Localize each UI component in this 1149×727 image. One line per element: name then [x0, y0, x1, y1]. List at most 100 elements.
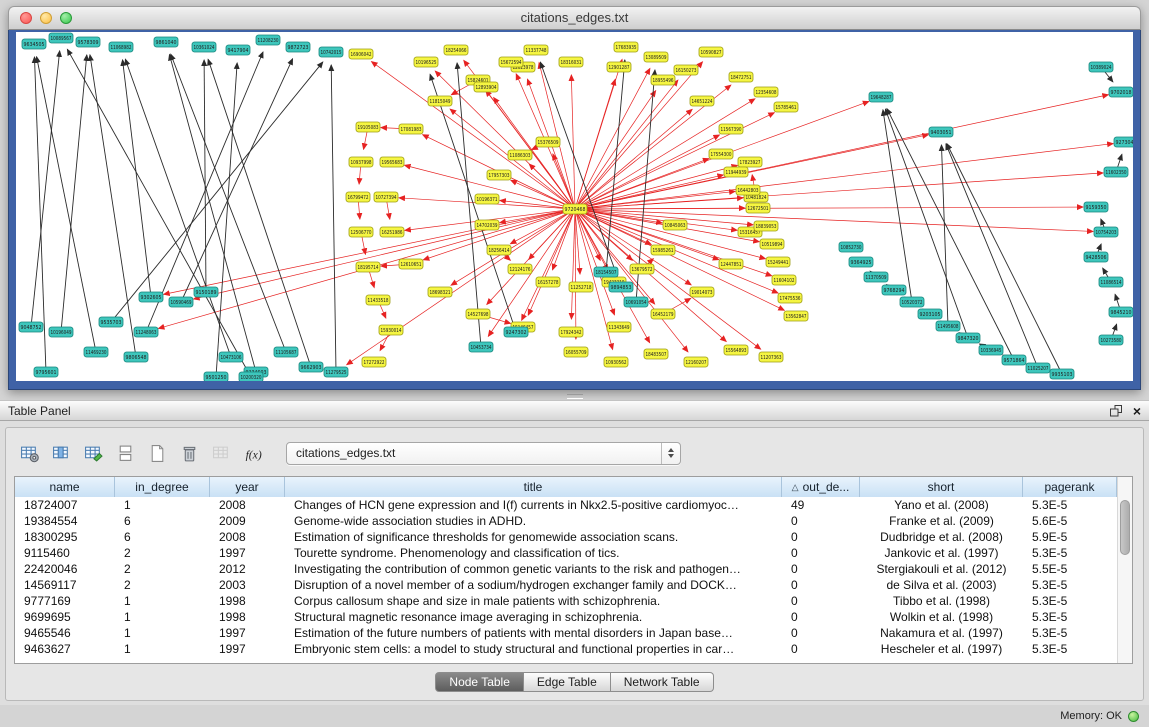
- graph-node[interactable]: 18154507: [594, 267, 618, 277]
- graph-node[interactable]: 15672594: [499, 57, 523, 67]
- graph-node[interactable]: 12447851: [719, 259, 743, 269]
- graph-node[interactable]: 9935103: [1050, 369, 1074, 379]
- table-row[interactable]: 977716911998Corpus callosum shape and si…: [15, 593, 1132, 609]
- graph-node[interactable]: 9048752: [19, 322, 43, 332]
- graph-node[interactable]: 9417904: [226, 45, 250, 55]
- graph-node[interactable]: 10273580: [1099, 335, 1123, 345]
- graph-node[interactable]: 11105687: [274, 347, 298, 357]
- graph-node[interactable]: 15376509: [536, 137, 560, 147]
- graph-edge[interactable]: [575, 135, 719, 209]
- tab-network-table[interactable]: Network Table: [611, 672, 714, 692]
- graph-edge[interactable]: [575, 109, 692, 209]
- graph-node[interactable]: 10590827: [699, 47, 723, 57]
- graph-node[interactable]: 11248063: [134, 327, 158, 337]
- graph-edge[interactable]: [181, 59, 293, 302]
- graph-node[interactable]: 11025207: [1026, 363, 1050, 373]
- graph-node[interactable]: 12506770: [349, 227, 373, 237]
- graph-edge[interactable]: [208, 59, 311, 367]
- graph-node[interactable]: 19648287: [869, 92, 893, 102]
- graph-node[interactable]: 10389024: [1089, 62, 1113, 72]
- table-row[interactable]: 1938455462009Genome-wide association stu…: [15, 513, 1132, 529]
- table-row[interactable]: 946362711997Embryonic stem cells: a mode…: [15, 641, 1132, 657]
- network-canvas[interactable]: 9720468183160311262397815824601118150491…: [16, 32, 1133, 381]
- graph-edge[interactable]: [941, 145, 948, 326]
- graph-node[interactable]: 11815049: [428, 96, 452, 106]
- graph-node[interactable]: 10519894: [760, 239, 784, 249]
- graph-node[interactable]: 12354608: [754, 87, 778, 97]
- zoom-button[interactable]: [60, 12, 72, 24]
- graph-node[interactable]: 11337748: [524, 45, 548, 55]
- graph-node[interactable]: 16150273: [674, 65, 698, 75]
- graph-edge[interactable]: [540, 62, 621, 287]
- graph-node[interactable]: 11944939: [724, 167, 748, 177]
- minimize-button[interactable]: [40, 12, 52, 24]
- graph-node[interactable]: 10845063: [663, 220, 687, 230]
- graph-node[interactable]: 9159350: [1084, 202, 1108, 212]
- rename-table-icon[interactable]: [80, 440, 107, 466]
- graph-edge[interactable]: [571, 209, 575, 319]
- graph-node[interactable]: 11495608: [936, 321, 960, 331]
- graph-edge[interactable]: [575, 95, 1108, 209]
- graph-node[interactable]: 9795601: [34, 367, 58, 377]
- graph-node[interactable]: 9535703: [99, 317, 123, 327]
- graph-edge[interactable]: [169, 55, 256, 372]
- graph-node[interactable]: 11068982: [109, 42, 133, 52]
- choose-columns-icon[interactable]: [48, 440, 75, 466]
- graph-node[interactable]: 9806548: [124, 352, 148, 362]
- window-titlebar[interactable]: citations_edges.txt: [8, 6, 1141, 30]
- graph-node[interactable]: 10453734: [469, 342, 493, 352]
- graph-edge[interactable]: [575, 207, 1083, 209]
- graph-edge[interactable]: [331, 65, 336, 372]
- graph-node[interactable]: 17554300: [709, 149, 733, 159]
- graph-node[interactable]: 17683935: [614, 42, 638, 52]
- panel-splitter[interactable]: [0, 390, 1149, 400]
- graph-node[interactable]: 9273046: [1114, 137, 1133, 147]
- graph-node[interactable]: 12672501: [746, 203, 770, 213]
- graph-edge[interactable]: [67, 49, 251, 377]
- graph-node[interactable]: 11370509: [864, 272, 888, 282]
- tab-node-table[interactable]: Node Table: [435, 672, 524, 692]
- graph-node[interactable]: 16251986: [380, 227, 404, 237]
- graph-node[interactable]: 9872723: [286, 42, 310, 52]
- graph-node[interactable]: 9845210: [1109, 307, 1133, 317]
- tab-edge-table[interactable]: Edge Table: [524, 672, 611, 692]
- graph-node[interactable]: 18483507: [644, 349, 668, 359]
- graph-node[interactable]: 15985261: [651, 245, 675, 255]
- graph-node[interactable]: 13679572: [630, 264, 654, 274]
- delete-table-icon[interactable]: [176, 440, 203, 466]
- graph-node[interactable]: 10336945: [979, 345, 1003, 355]
- graph-edge[interactable]: [885, 109, 968, 338]
- graph-node[interactable]: 15249441: [766, 257, 790, 267]
- graph-node[interactable]: 13562847: [784, 311, 808, 321]
- graph-edge[interactable]: [457, 63, 481, 347]
- graph-node[interactable]: 11086514: [1099, 277, 1123, 287]
- graph-node[interactable]: 11208230: [256, 35, 280, 45]
- column-header-short[interactable]: short: [860, 477, 1023, 497]
- column-header-year[interactable]: year: [210, 477, 285, 497]
- graph-node[interactable]: 9861040: [154, 37, 178, 47]
- graph-node[interactable]: 16799472: [346, 192, 370, 202]
- graph-node[interactable]: 17924342: [559, 327, 583, 337]
- table-row[interactable]: 969969511998Structural magnetic resonanc…: [15, 609, 1132, 625]
- graph-edge[interactable]: [575, 165, 737, 209]
- graph-node[interactable]: 15785461: [774, 102, 798, 112]
- graph-node[interactable]: 16157278: [536, 277, 560, 287]
- graph-node[interactable]: 12893904: [474, 82, 498, 92]
- graph-node[interactable]: 14702039: [475, 220, 499, 230]
- graph-node[interactable]: 9662903: [299, 362, 323, 372]
- graph-node[interactable]: 11602350: [1104, 167, 1128, 177]
- table-row[interactable]: 1830029562008Estimation of significance …: [15, 529, 1132, 545]
- graph-node[interactable]: 16442803: [736, 185, 760, 195]
- graph-node[interactable]: 18254066: [444, 45, 468, 55]
- graph-node[interactable]: 12610651: [399, 259, 423, 269]
- graph-node[interactable]: 15930014: [379, 325, 403, 335]
- graph-node[interactable]: 9894853: [609, 282, 633, 292]
- graph-edge[interactable]: [606, 60, 625, 272]
- graph-node[interactable]: 11469230: [84, 347, 108, 357]
- close-button[interactable]: [20, 12, 32, 24]
- graph-edge[interactable]: [216, 63, 237, 377]
- column-header-in_degree[interactable]: in_degree: [115, 477, 210, 497]
- graph-node[interactable]: 14527698: [466, 309, 490, 319]
- graph-node[interactable]: 10754203: [1094, 227, 1118, 237]
- graph-node[interactable]: 10196525: [414, 57, 438, 67]
